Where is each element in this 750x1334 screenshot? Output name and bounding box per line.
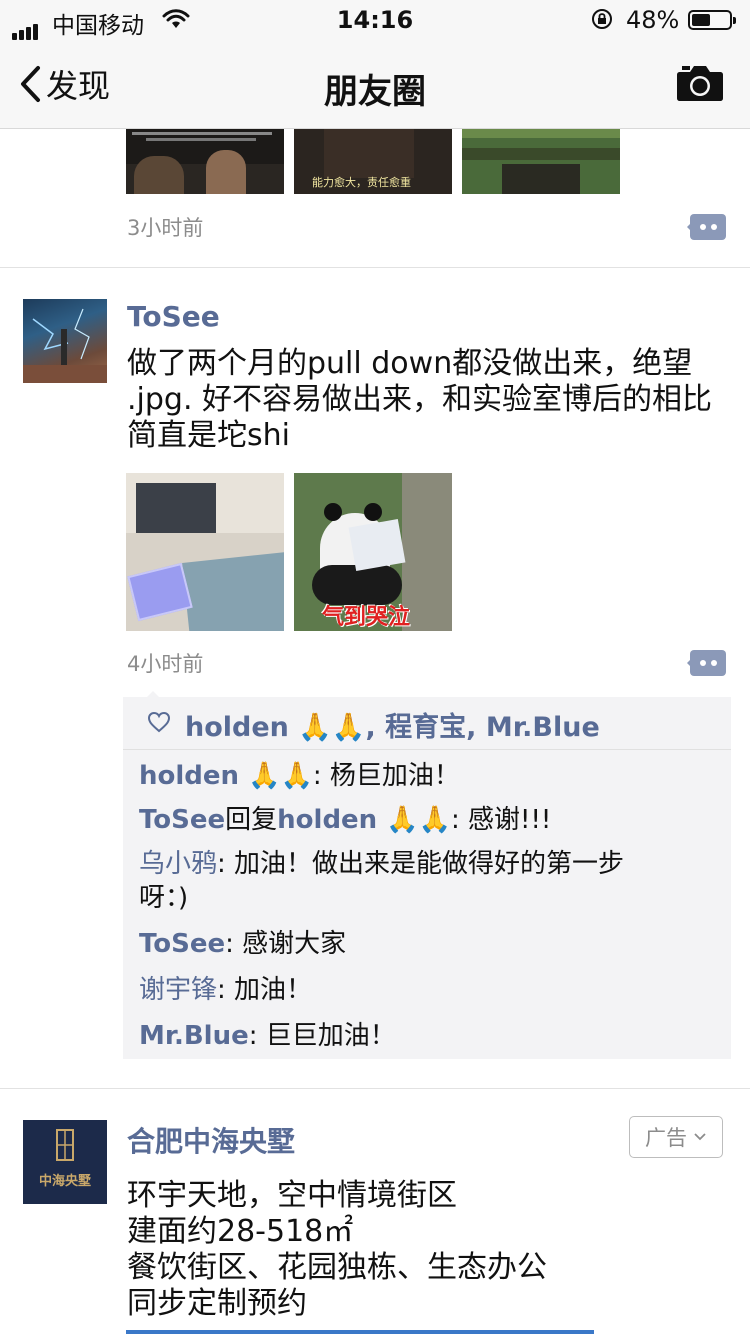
comment-text: : 感谢!!! [451,805,552,835]
comment-author[interactable]: holden 🙏🙏 [139,761,313,791]
comment-text: : 加油！做出来是能做得好的第一步 [217,849,625,879]
battery-percent: 48% [626,6,680,34]
post-text-line-3: 简直是坨shi [127,418,290,453]
comment-item[interactable]: ToSee: 感谢大家 [139,925,719,963]
ad-tag-label: 广告 [645,1126,687,1150]
nav-bar: 发现 朋友圈 [0,40,750,128]
comment-item[interactable]: holden 🙏🙏: 杨巨加油！ [139,757,719,795]
comment-author[interactable]: 乌小鸦 [139,849,217,879]
page-title: 朋友圈 [324,72,426,112]
reply-target[interactable]: holden 🙏🙏 [277,805,451,835]
building-icon [56,1129,74,1161]
comment-item[interactable]: Mr.Blue: 巨巨加油！ [139,1017,719,1055]
camera-icon[interactable] [676,62,724,102]
comment-author[interactable]: ToSee [139,805,225,835]
comment-menu-button[interactable] [687,214,726,240]
comment-text-continued: 呀：) [139,883,189,913]
likes-list[interactable]: holden 🙏🙏, 程育宝, Mr.Blue [185,705,600,744]
comment-item[interactable]: 谢宇锋: 加油！ [139,971,719,1009]
post-author[interactable]: ToSee [127,300,220,333]
battery-icon [688,10,736,30]
comment-author[interactable]: ToSee [139,929,225,959]
ad-image-top-edge[interactable] [126,1330,594,1334]
post-divider [0,1088,750,1089]
likes-comments-panel: holden 🙏🙏, 程育宝, Mr.Blue holden 🙏🙏: 杨巨加油！… [123,691,731,1059]
post-image-panda[interactable]: 气到哭泣 [294,473,452,631]
moments-feed: 能力愈大，责任愈重 3小时前 ToSee 做了两个月的pull down都没做出… [0,0,750,1334]
comment-item[interactable]: ToSee回复holden 🙏🙏: 感谢!!! [139,801,719,839]
ad-tag-button[interactable]: 广告 [629,1116,723,1158]
image-caption: 气到哭泣 [322,605,411,630]
ad-line-4: 同步定制预约 [127,1286,307,1321]
ad-logo[interactable]: 中海央墅 [23,1120,107,1204]
comment-text: : 加油！ [217,975,313,1005]
comment-item[interactable]: 乌小鸦: 加油！做出来是能做得好的第一步 [139,845,719,883]
post-image-3[interactable] [462,128,620,194]
chevron-down-icon [694,1133,706,1141]
post-time: 4小时前 [127,652,204,676]
comment-text: : 杨巨加油！ [312,761,460,791]
post-image-lab[interactable] [126,473,284,631]
post-divider [0,267,750,268]
comment-text: : 巨巨加油！ [248,1021,396,1051]
post-image-2[interactable]: 能力愈大，责任愈重 [294,128,452,194]
post-text-line-1: 做了两个月的pull down都没做出来，绝望 [127,346,693,381]
likes-row: holden 🙏🙏, 程育宝, Mr.Blue [123,697,731,750]
ad-logo-text: 中海央墅 [38,1174,91,1189]
comment-author[interactable]: Mr.Blue [139,1021,249,1051]
top-bar: 中国移动 14:16 48% 发现 朋友圈 [0,0,750,129]
avatar[interactable] [23,299,107,383]
heart-icon [147,711,171,733]
ad-author[interactable]: 合肥中海央墅 [127,1120,295,1160]
post-time: 3小时前 [127,216,204,240]
orientation-lock-icon [592,9,612,29]
post-text-line-2: .jpg. 好不容易做出来，和实验室博后的相比 [127,382,713,417]
comment-author[interactable]: 谢宇锋 [139,975,217,1005]
comment-text: : 感谢大家 [225,929,347,959]
status-bar: 中国移动 14:16 48% [0,0,750,40]
post-image-1[interactable] [126,128,284,194]
reply-word: 回复 [225,805,278,835]
comment-menu-button[interactable] [687,650,726,676]
image-caption: 能力愈大，责任愈重 [312,176,411,189]
